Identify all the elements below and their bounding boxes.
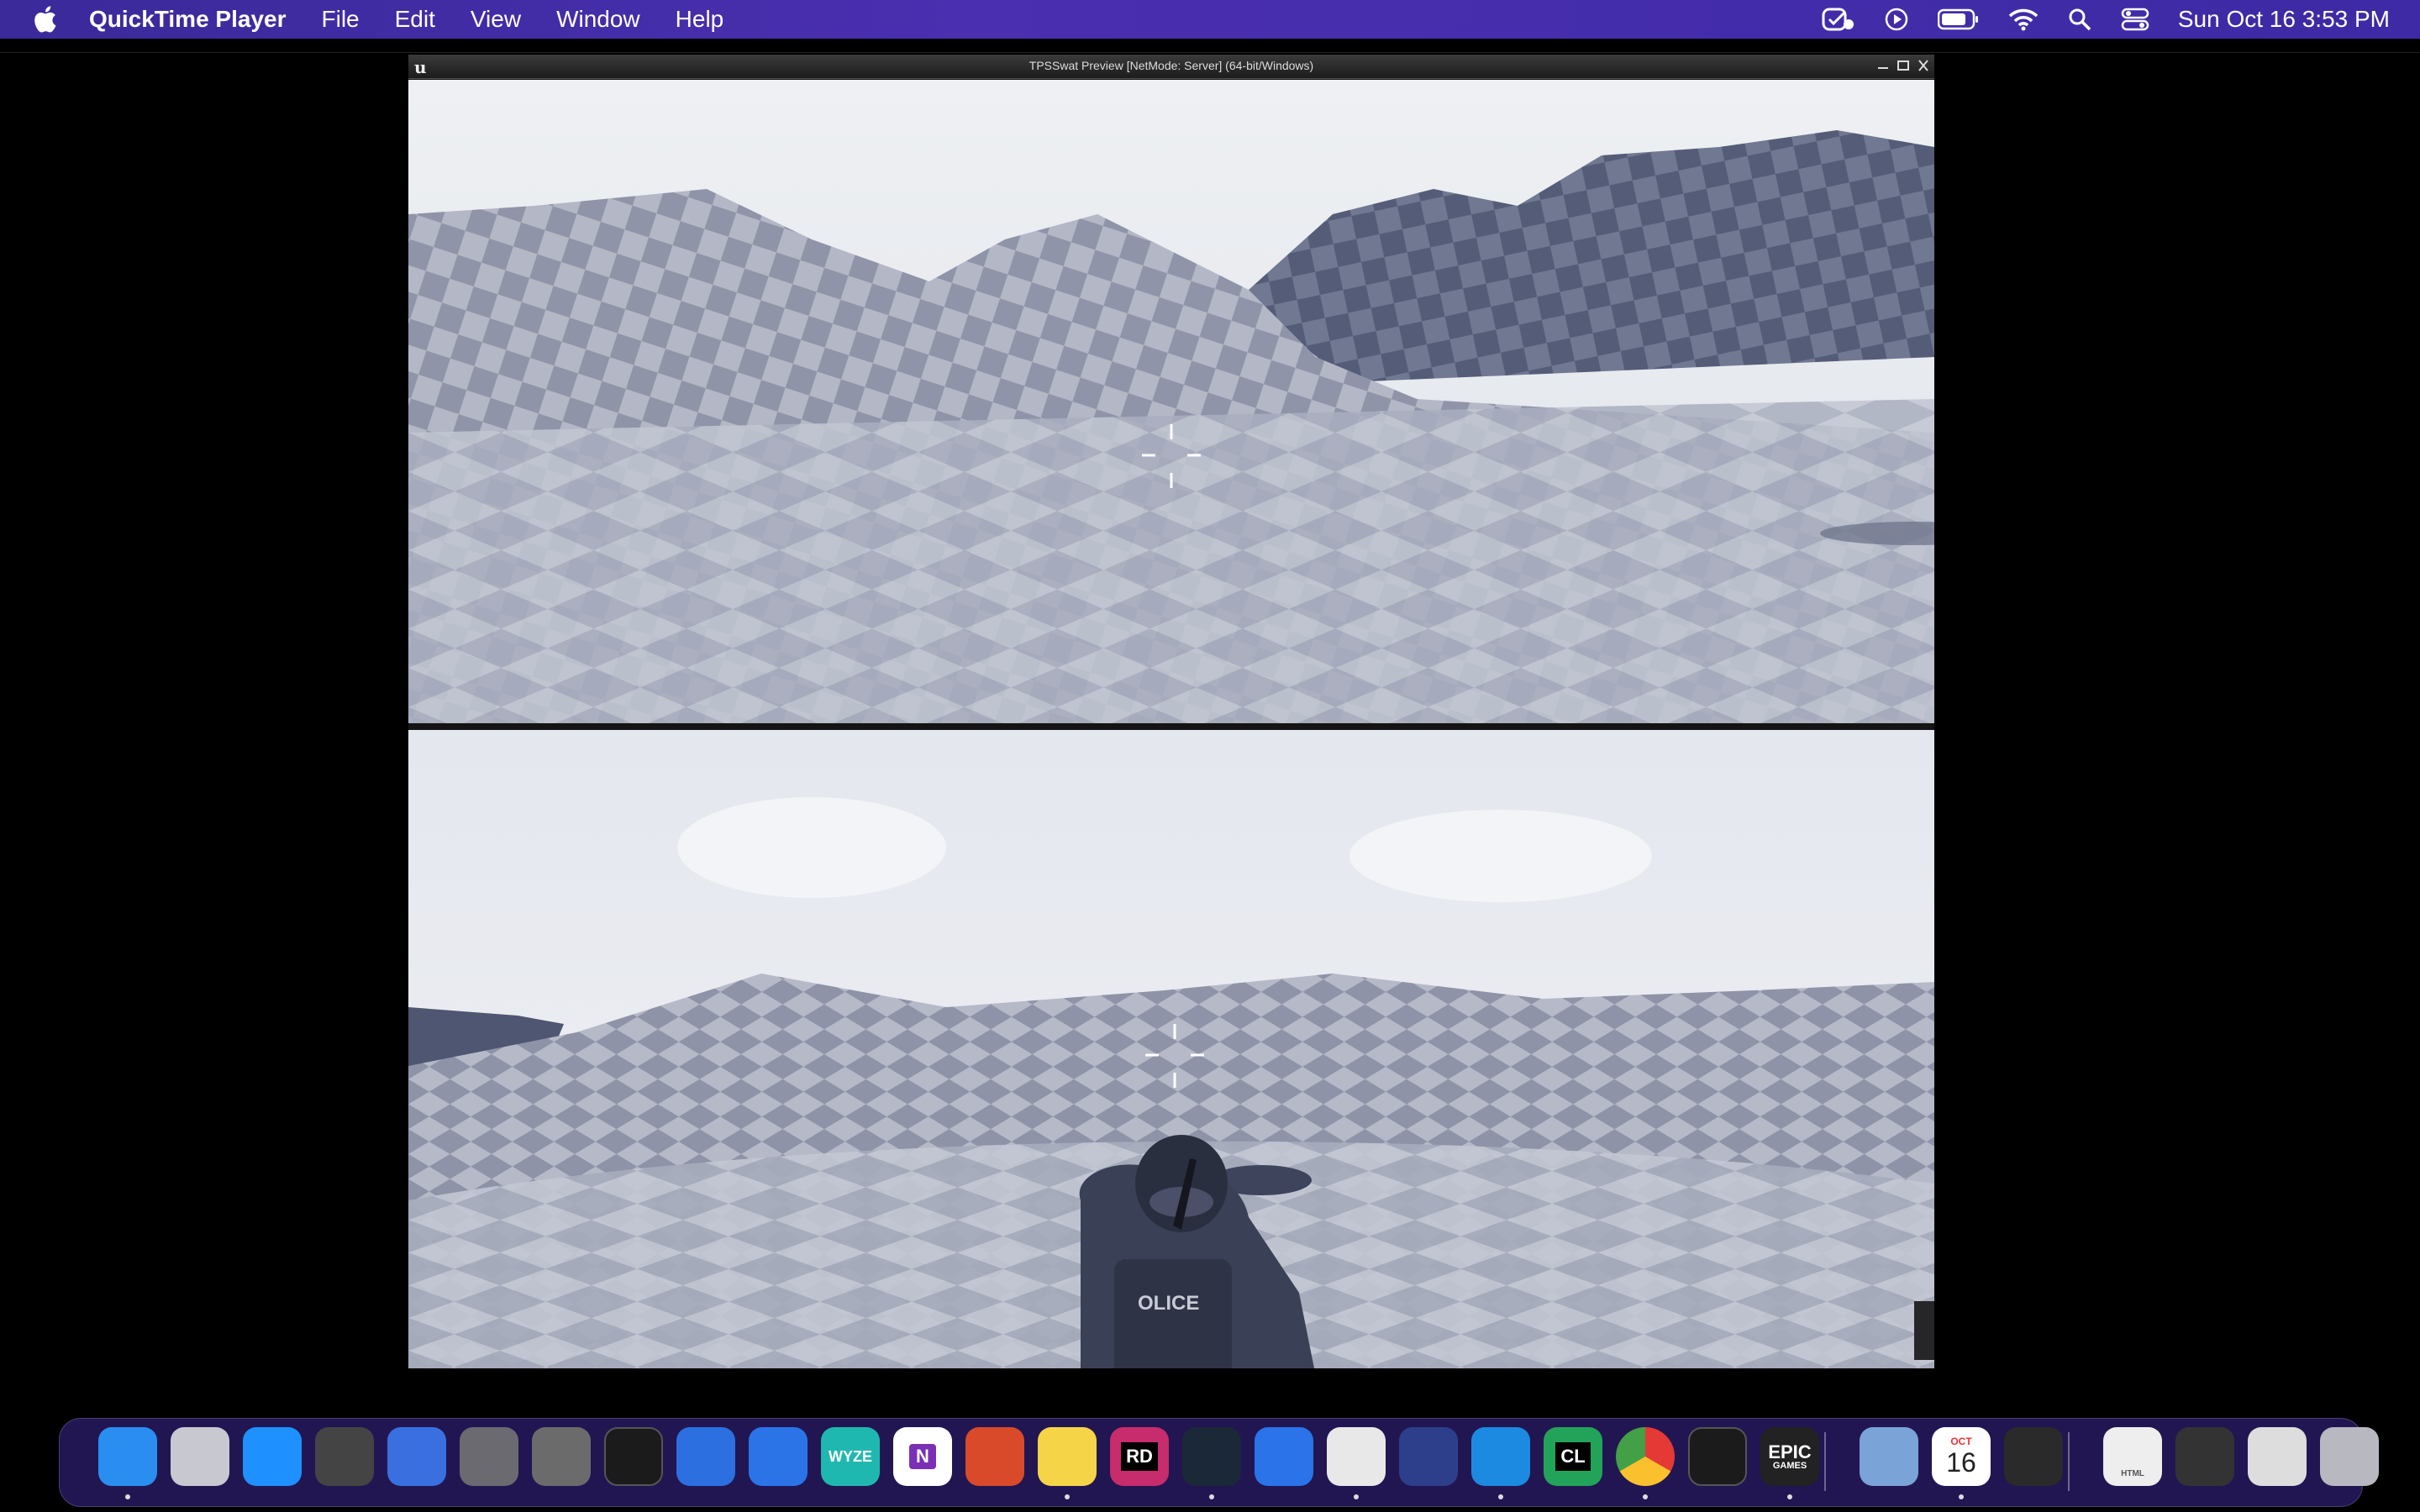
dock-label-onenote: N xyxy=(909,1444,936,1469)
dock-calendar-icon[interactable]: OCT 16 xyxy=(1932,1427,1991,1486)
dock-label-epic_top: EPIC xyxy=(1768,1441,1812,1462)
dock-terminal-2-icon[interactable] xyxy=(1688,1427,1747,1486)
dock-separator xyxy=(2068,1432,2070,1491)
dock-steam-icon[interactable] xyxy=(1182,1427,1241,1486)
dock-separator xyxy=(1824,1432,1826,1491)
dock-onenote-icon[interactable]: N xyxy=(893,1427,952,1486)
close-icon[interactable] xyxy=(1914,58,1933,73)
dock-label-epic_bottom: GAMES xyxy=(1772,1460,1807,1471)
dock-label-wyze: WYZE xyxy=(829,1447,872,1465)
app-name-menu[interactable]: QuickTime Player xyxy=(89,6,287,33)
dock-chrome-icon[interactable] xyxy=(1616,1427,1675,1486)
menu-bar: QuickTime Player File Edit View Window H… xyxy=(0,0,2420,39)
checker-floor xyxy=(408,399,1934,723)
dock-visual-studio-code-icon[interactable] xyxy=(1471,1427,1530,1486)
dock-label-calendar_day: 16 xyxy=(1946,1446,1976,1478)
dock-trash-icon[interactable] xyxy=(2320,1427,2379,1486)
dock-launchpad-icon[interactable] xyxy=(171,1427,229,1486)
dock-html-document-icon[interactable]: HTML xyxy=(2103,1427,2162,1486)
game-preview-window: u TPSSwat Preview [NetMode: Server] (64-… xyxy=(408,55,1934,1368)
dock-running-indicator xyxy=(1959,1494,1964,1499)
menu-clock[interactable]: Sun Oct 16 3:53 PM xyxy=(2178,6,2390,33)
menu-view[interactable]: View xyxy=(471,6,521,33)
dock-running-indicator xyxy=(125,1494,130,1499)
menu-file[interactable]: File xyxy=(322,6,360,33)
dock-running-indicator xyxy=(1643,1494,1648,1499)
dock-running-indicator xyxy=(1498,1494,1503,1499)
dock-running-indicator xyxy=(1354,1494,1359,1499)
dock-preview-images-icon[interactable] xyxy=(1860,1427,1918,1486)
dock-running-indicator xyxy=(1209,1494,1214,1499)
dock-system-preferences-icon[interactable] xyxy=(532,1427,591,1486)
play-status-icon[interactable] xyxy=(1884,7,1909,32)
dock-vs-code-window-icon[interactable] xyxy=(2175,1427,2234,1486)
dock-label-calendar_month: OCT xyxy=(1950,1435,1972,1447)
spotlight-search-icon[interactable] xyxy=(2067,7,2092,32)
battery-icon[interactable] xyxy=(1937,8,1980,30)
dock-preview-icon[interactable] xyxy=(460,1427,518,1486)
game-window-title: TPSSwat Preview [NetMode: Server] (64-bi… xyxy=(1028,59,1314,72)
dock-label-clion: CL xyxy=(1555,1442,1591,1471)
maximize-icon[interactable] xyxy=(1894,58,1912,73)
minimize-icon[interactable] xyxy=(1874,58,1892,73)
dock-label-html_doc: HTML xyxy=(2121,1468,2144,1478)
dock-wyze-icon[interactable]: WYZE xyxy=(821,1427,880,1486)
control-center-icon[interactable] xyxy=(2121,7,2149,32)
menu-window[interactable]: Window xyxy=(556,6,640,33)
dock-lines-app-icon[interactable] xyxy=(1399,1427,1458,1486)
dock-xcode-icon[interactable] xyxy=(676,1427,735,1486)
dock-rider-icon[interactable]: RD xyxy=(1110,1427,1169,1486)
dock-instruments-icon[interactable] xyxy=(749,1427,808,1486)
game-window-titlebar[interactable]: u TPSSwat Preview [NetMode: Server] (64-… xyxy=(408,55,1934,79)
dock-remote-desktop-icon[interactable] xyxy=(965,1427,1024,1486)
dock: WYZE N RD CL EPIC GAMES OCT 16 HTML xyxy=(59,1418,2379,1507)
top-game-viewport[interactable] xyxy=(408,80,1934,723)
split-screen-divider xyxy=(408,723,1934,730)
dock-disk-utility-icon[interactable] xyxy=(315,1427,374,1486)
quicktime-player-window: u TPSSwat Preview [NetMode: Server] (64-… xyxy=(0,52,2420,1414)
dock-chrome-window-icon[interactable] xyxy=(2248,1427,2307,1486)
checklist-status-icon[interactable] xyxy=(1822,6,1855,33)
dock-notes-icon[interactable] xyxy=(1038,1427,1097,1486)
wifi-icon[interactable] xyxy=(2008,8,2039,31)
dock-finder-icon[interactable] xyxy=(98,1427,157,1486)
dock-instruments-dev-icon[interactable] xyxy=(1255,1427,1313,1486)
dock-clion-icon[interactable]: CL xyxy=(1544,1427,1602,1486)
edge-hud-widget[interactable] xyxy=(1914,1301,1934,1360)
menu-help[interactable]: Help xyxy=(676,6,724,33)
dock-unity-icon[interactable] xyxy=(1327,1427,1386,1486)
dock-running-indicator xyxy=(1787,1494,1792,1499)
dock-epic-games-launcher-icon[interactable]: EPIC GAMES xyxy=(1760,1427,1819,1486)
svg-text:OLICE: OLICE xyxy=(1138,1292,1199,1315)
dock-running-indicator xyxy=(1065,1494,1070,1499)
dock-app-store-icon[interactable] xyxy=(243,1427,302,1486)
dock-quicktime-player-icon[interactable] xyxy=(2004,1427,2063,1486)
dock-swift-playgrounds-icon[interactable] xyxy=(387,1427,446,1486)
dock-label-rider: RD xyxy=(1121,1442,1158,1471)
bottom-game-viewport[interactable]: OLICE xyxy=(408,730,1934,1368)
dock-terminal-icon[interactable] xyxy=(604,1427,663,1486)
menu-edit[interactable]: Edit xyxy=(395,6,435,33)
apple-icon[interactable] xyxy=(32,5,57,34)
